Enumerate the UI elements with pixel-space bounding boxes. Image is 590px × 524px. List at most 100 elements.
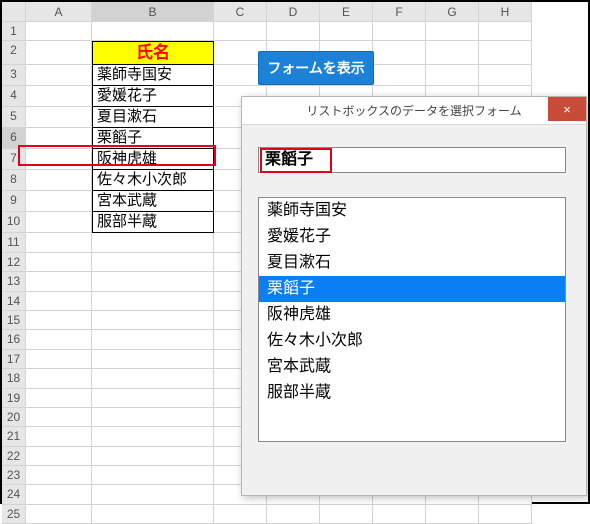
list-item[interactable]: 服部半蔵: [259, 380, 565, 406]
cell-A5[interactable]: [26, 107, 92, 128]
cell-C1[interactable]: [214, 22, 267, 41]
cell-E25[interactable]: [320, 505, 373, 524]
cell-A17[interactable]: [26, 350, 92, 369]
col-header-G[interactable]: G: [426, 2, 479, 22]
cell-B11[interactable]: [92, 233, 214, 252]
listbox-form-dialog[interactable]: リストボックスのデータを選択フォーム × 栗饀子 薬師寺国安愛媛花子夏目漱石栗饀…: [241, 96, 587, 496]
row-header-18[interactable]: 18: [2, 369, 26, 388]
select-all-corner[interactable]: [2, 2, 26, 22]
cell-B18[interactable]: [92, 369, 214, 388]
cell-A19[interactable]: [26, 389, 92, 408]
cell-A7[interactable]: [26, 149, 92, 170]
cell-B4[interactable]: 愛媛花子: [92, 86, 214, 107]
cell-B10[interactable]: 服部半蔵: [92, 212, 214, 233]
list-item[interactable]: 夏目漱石: [259, 250, 565, 276]
col-header-E[interactable]: E: [320, 2, 373, 22]
cell-B21[interactable]: [92, 427, 214, 446]
row-header-20[interactable]: 20: [2, 408, 26, 427]
row-header-4[interactable]: 4: [2, 86, 26, 107]
row-header-23[interactable]: 23: [2, 466, 26, 485]
cell-A24[interactable]: [26, 485, 92, 504]
list-item[interactable]: 薬師寺国安: [259, 198, 565, 224]
row-header-25[interactable]: 25: [2, 505, 26, 524]
cell-A18[interactable]: [26, 369, 92, 388]
cell-B2[interactable]: 氏名: [92, 41, 214, 65]
cell-B5[interactable]: 夏目漱石: [92, 107, 214, 128]
cell-A15[interactable]: [26, 311, 92, 330]
show-form-button[interactable]: フォームを表示: [258, 51, 374, 85]
row-header-8[interactable]: 8: [2, 170, 26, 191]
row-header-3[interactable]: 3: [2, 65, 26, 86]
cell-G25[interactable]: [426, 505, 479, 524]
row-header-12[interactable]: 12: [2, 253, 26, 272]
cell-B16[interactable]: [92, 330, 214, 349]
row-header-14[interactable]: 14: [2, 292, 26, 311]
cell-F2[interactable]: [373, 41, 426, 65]
cell-A10[interactable]: [26, 212, 92, 233]
col-header-C[interactable]: C: [214, 2, 267, 22]
list-item[interactable]: 佐々木小次郎: [259, 328, 565, 354]
cell-H2[interactable]: [479, 41, 532, 65]
cell-B14[interactable]: [92, 292, 214, 311]
cell-E1[interactable]: [320, 22, 373, 41]
cell-B15[interactable]: [92, 311, 214, 330]
col-header-A[interactable]: A: [26, 2, 92, 22]
list-item[interactable]: 阪神虎雄: [259, 302, 565, 328]
row-header-22[interactable]: 22: [2, 447, 26, 466]
cell-A14[interactable]: [26, 292, 92, 311]
cell-D25[interactable]: [267, 505, 320, 524]
cell-F1[interactable]: [373, 22, 426, 41]
cell-B6[interactable]: 栗饀子: [92, 128, 214, 149]
cell-B13[interactable]: [92, 272, 214, 291]
row-header-5[interactable]: 5: [2, 107, 26, 128]
row-header-21[interactable]: 21: [2, 427, 26, 446]
row-header-7[interactable]: 7: [2, 149, 26, 170]
cell-B12[interactable]: [92, 253, 214, 272]
row-header-11[interactable]: 11: [2, 233, 26, 252]
cell-B23[interactable]: [92, 466, 214, 485]
row-header-10[interactable]: 10: [2, 212, 26, 233]
row-header-16[interactable]: 16: [2, 330, 26, 349]
cell-B3[interactable]: 薬師寺国安: [92, 65, 214, 86]
list-item[interactable]: 栗饀子: [259, 276, 565, 302]
cell-A13[interactable]: [26, 272, 92, 291]
cell-F3[interactable]: [373, 65, 426, 86]
list-item[interactable]: 愛媛花子: [259, 224, 565, 250]
row-header-2[interactable]: 2: [2, 41, 26, 65]
cell-A23[interactable]: [26, 466, 92, 485]
cell-B9[interactable]: 宮本武蔵: [92, 191, 214, 212]
cell-A22[interactable]: [26, 447, 92, 466]
cell-H25[interactable]: [479, 505, 532, 524]
cell-D1[interactable]: [267, 22, 320, 41]
names-listbox[interactable]: 薬師寺国安愛媛花子夏目漱石栗饀子阪神虎雄佐々木小次郎宮本武蔵服部半蔵: [258, 197, 566, 442]
row-header-19[interactable]: 19: [2, 389, 26, 408]
col-header-D[interactable]: D: [267, 2, 320, 22]
cell-B25[interactable]: [92, 505, 214, 524]
col-header-F[interactable]: F: [373, 2, 426, 22]
row-header-17[interactable]: 17: [2, 350, 26, 369]
cell-A21[interactable]: [26, 427, 92, 446]
cell-A1[interactable]: [26, 22, 92, 41]
cell-A11[interactable]: [26, 233, 92, 252]
cell-H3[interactable]: [479, 65, 532, 86]
cell-H1[interactable]: [479, 22, 532, 41]
row-header-6[interactable]: 6: [2, 128, 26, 149]
cell-G2[interactable]: [426, 41, 479, 65]
list-item[interactable]: 宮本武蔵: [259, 354, 565, 380]
cell-G3[interactable]: [426, 65, 479, 86]
row-header-24[interactable]: 24: [2, 485, 26, 504]
cell-G1[interactable]: [426, 22, 479, 41]
cell-A20[interactable]: [26, 408, 92, 427]
cell-B24[interactable]: [92, 485, 214, 504]
cell-A6[interactable]: [26, 128, 92, 149]
cell-A9[interactable]: [26, 191, 92, 212]
cell-B8[interactable]: 佐々木小次郎: [92, 170, 214, 191]
cell-B1[interactable]: [92, 22, 214, 41]
cell-A25[interactable]: [26, 505, 92, 524]
cell-A4[interactable]: [26, 86, 92, 107]
row-header-9[interactable]: 9: [2, 191, 26, 212]
row-header-13[interactable]: 13: [2, 272, 26, 291]
col-header-B[interactable]: B: [92, 2, 214, 22]
selected-name-textbox[interactable]: 栗饀子: [258, 147, 566, 173]
close-icon[interactable]: ×: [548, 97, 586, 121]
